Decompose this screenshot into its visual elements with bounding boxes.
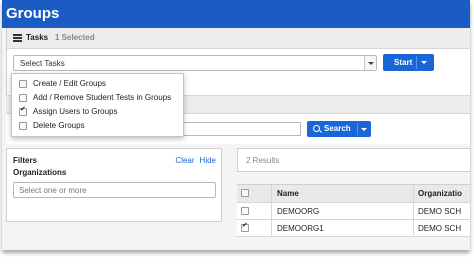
- results-count-text: 2 Results: [246, 156, 280, 165]
- organizations-placeholder: Select one or more: [19, 186, 87, 195]
- row-checkbox[interactable]: [241, 207, 249, 215]
- menu-item-label: Delete Groups: [33, 121, 85, 130]
- search-button-label: Search: [324, 124, 351, 133]
- menu-checkbox[interactable]: [19, 122, 27, 130]
- start-button-label: Start: [394, 58, 413, 67]
- column-divider: [413, 203, 414, 219]
- menu-item-create-edit-groups[interactable]: Create / Edit Groups: [12, 77, 183, 90]
- menu-item-label: Create / Edit Groups: [33, 79, 106, 88]
- filters-title: Filters: [13, 156, 38, 165]
- menu-item-label: Add / Remove Student Tests in Groups: [33, 93, 172, 102]
- column-header-organization[interactable]: Organizatio: [418, 189, 462, 198]
- menu-checkbox[interactable]: [19, 80, 27, 88]
- clear-filters-link[interactable]: Clear: [175, 156, 194, 165]
- tasks-bar: Tasks 1 Selected: [7, 28, 470, 49]
- start-button[interactable]: Start: [383, 54, 434, 71]
- row-name: DEMOORG1: [277, 224, 324, 233]
- search-dropdown-caret-icon[interactable]: [361, 128, 367, 131]
- menu-checkbox[interactable]: ✔: [19, 106, 27, 116]
- groups-app: Groups Tasks 1 Selected Select Tasks Sta…: [2, 0, 470, 250]
- column-divider: [413, 185, 414, 202]
- start-dropdown-caret-icon[interactable]: [421, 61, 427, 64]
- select-tasks-value: Select Tasks: [20, 59, 65, 68]
- table-header-row: Name Organizatio: [237, 185, 470, 203]
- results-count: 2 Results: [237, 148, 470, 172]
- organizations-select[interactable]: Select one or more: [13, 182, 216, 198]
- row-checkbox[interactable]: ✔: [241, 222, 249, 232]
- search-input[interactable]: [181, 122, 301, 136]
- start-button-divider: [416, 56, 417, 69]
- select-tasks-dropdown[interactable]: Select Tasks: [13, 55, 377, 71]
- column-header-name[interactable]: Name: [277, 189, 299, 198]
- tasks-selected-count: 1 Selected: [55, 33, 95, 42]
- filters-links: Clear Hide: [170, 156, 216, 165]
- table-row[interactable]: ✔ DEMOORG1 DEMO SCH: [237, 220, 470, 237]
- checkmark-icon: ✔: [242, 222, 248, 229]
- menu-item-add-remove-tests[interactable]: Add / Remove Student Tests in Groups: [12, 91, 183, 104]
- checkmark-icon: ✔: [20, 106, 26, 113]
- column-divider: [413, 220, 414, 236]
- menu-item-delete-groups[interactable]: Delete Groups: [12, 119, 183, 132]
- search-button-divider: [357, 123, 358, 135]
- row-name: DEMOORG: [277, 207, 320, 216]
- chevron-down-icon[interactable]: [364, 56, 376, 70]
- row-organization: DEMO SCH: [418, 207, 462, 216]
- hide-filters-link[interactable]: Hide: [200, 156, 216, 165]
- page-header: Groups: [2, 0, 470, 28]
- select-all-checkbox[interactable]: [241, 189, 249, 197]
- column-divider: [271, 220, 272, 236]
- search-button[interactable]: Search: [307, 121, 371, 137]
- organizations-label: Organizations: [13, 168, 67, 177]
- page-title: Groups: [6, 5, 60, 22]
- menu-item-assign-users[interactable]: ✔ Assign Users to Groups: [12, 105, 183, 118]
- tasks-label: Tasks: [26, 33, 49, 42]
- table-row[interactable]: DEMOORG DEMO SCH: [237, 203, 470, 220]
- menu-checkbox[interactable]: [19, 94, 27, 102]
- list-icon: [13, 34, 22, 42]
- column-divider: [271, 185, 272, 202]
- row-organization: DEMO SCH: [418, 224, 462, 233]
- results-table: Name Organizatio DEMOORG DEMO SCH ✔ DEMO…: [237, 184, 470, 237]
- column-divider: [271, 203, 272, 219]
- search-icon: [313, 125, 320, 132]
- menu-item-label: Assign Users to Groups: [33, 107, 118, 116]
- filters-panel: Filters Clear Hide Organizations Select o…: [6, 148, 222, 222]
- tasks-menu: Create / Edit Groups Add / Remove Studen…: [11, 73, 184, 137]
- results-panel: 2 Results Name Organizatio DEMOORG DEMO …: [237, 148, 470, 248]
